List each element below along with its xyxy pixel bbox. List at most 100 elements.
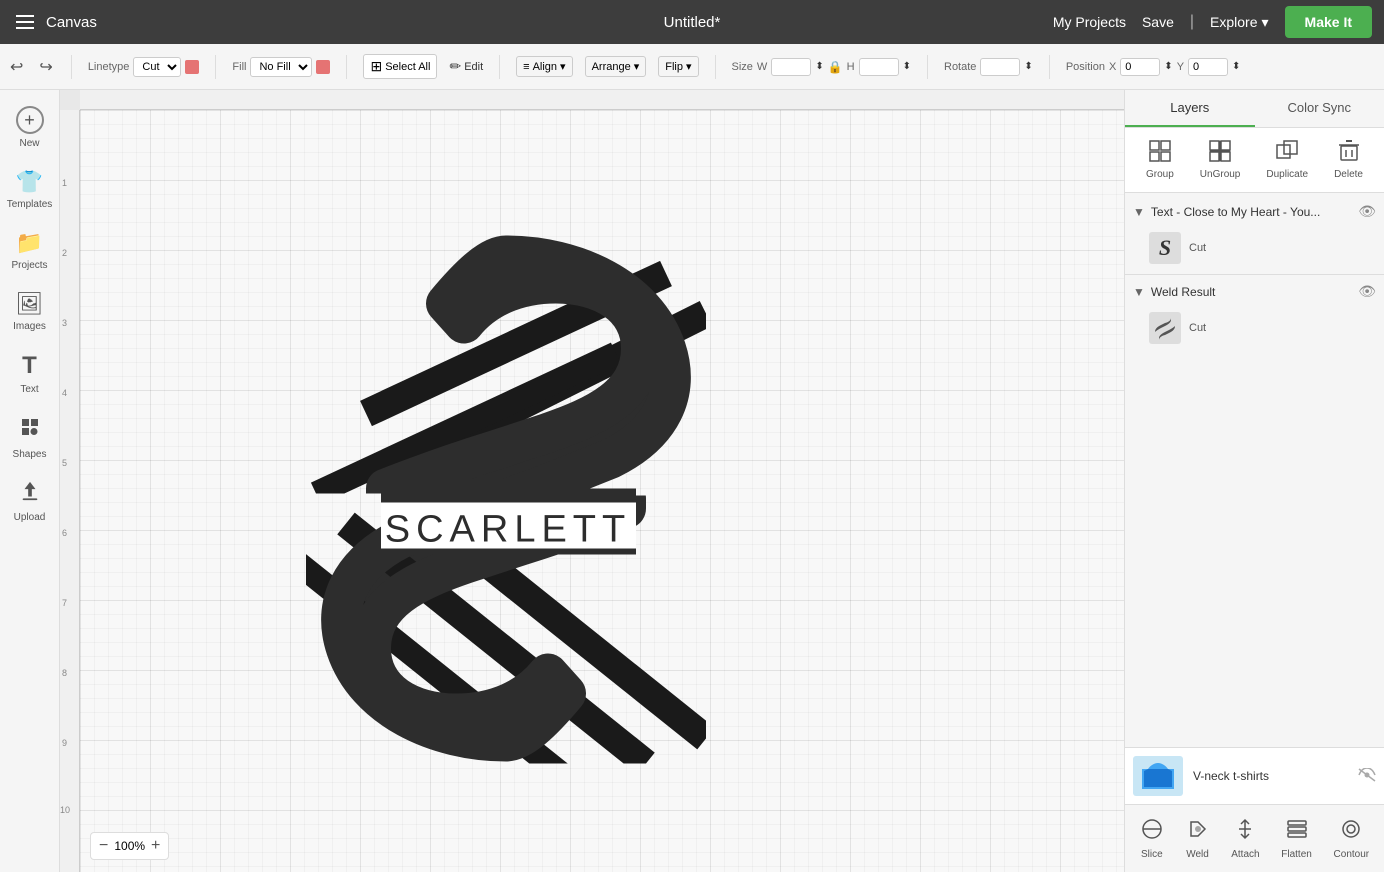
weld-group-name: Weld Result [1151, 285, 1352, 299]
rotate-stepper[interactable]: ⬍ [1024, 61, 1032, 72]
duplicate-icon [1276, 140, 1298, 167]
lock-icon[interactable]: 🔒 [828, 60, 843, 74]
x-input[interactable] [1120, 58, 1160, 76]
align-button[interactable]: ≡ Align ▾ [516, 56, 572, 77]
align-icon: ≡ [523, 61, 529, 73]
sidebar-item-shapes[interactable]: Shapes [4, 407, 56, 468]
flip-button[interactable]: Flip ▾ [658, 56, 698, 77]
sidebar-item-images[interactable]: 🖼 Images [4, 283, 56, 340]
weld-group-visibility[interactable]: 👁 [1358, 283, 1376, 300]
layer-group-weld: ▼ Weld Result 👁 Cut [1125, 277, 1384, 350]
app-title: Canvas [46, 14, 97, 31]
text-layer-thumb: S [1149, 232, 1181, 264]
projects-icon: 📁 [16, 230, 43, 256]
contour-tool[interactable]: Contour [1330, 813, 1374, 864]
position-label: Position [1066, 61, 1105, 73]
ungroup-icon [1209, 140, 1231, 167]
slice-tool[interactable]: Slice [1136, 813, 1168, 864]
y-stepper[interactable]: ⬍ [1232, 61, 1240, 72]
canvas-wrapper[interactable]: /* ruler ticks rendered via SVG */ 1 2 3… [60, 90, 1124, 872]
y-input[interactable] [1188, 58, 1228, 76]
linetype-select[interactable]: Cut [133, 57, 181, 77]
sidebar-item-upload[interactable]: Upload [4, 472, 56, 531]
sidebar-item-projects[interactable]: 📁 Projects [4, 222, 56, 279]
hamburger-menu[interactable] [12, 11, 38, 33]
topbar: Canvas Untitled* My Projects Save | Expl… [0, 0, 1384, 44]
weld-layer-thumb [1149, 312, 1181, 344]
attach-tool[interactable]: Attach [1227, 813, 1263, 864]
zoom-level: 100% [114, 839, 145, 853]
toolbar-sep-3 [346, 55, 347, 79]
edit-button[interactable]: ✏ Edit [449, 58, 483, 75]
images-icon: 🖼 [16, 291, 44, 317]
select-all-icon: ⊞ [370, 58, 382, 75]
layers-content: ▼ Text - Close to My Heart - You... 👁 S … [1125, 193, 1384, 747]
ungroup-button[interactable]: UnGroup [1192, 136, 1249, 184]
upload-label: Upload [14, 512, 46, 523]
topbar-left: Canvas [12, 11, 97, 33]
duplicate-button[interactable]: Duplicate [1258, 136, 1316, 184]
images-label: Images [13, 321, 46, 332]
delete-icon [1338, 140, 1360, 167]
rotate-input[interactable] [980, 58, 1020, 76]
select-all-button[interactable]: ⊞ Select All [363, 54, 437, 79]
fill-label: Fill [232, 61, 246, 73]
sidebar-item-templates[interactable]: 👕 Templates [4, 161, 56, 218]
weld-layer-item[interactable]: Cut [1125, 306, 1384, 350]
width-input[interactable] [771, 58, 811, 76]
group-button[interactable]: Group [1138, 136, 1182, 184]
ruler-top: /* ruler ticks rendered via SVG */ 1 2 3… [80, 90, 1124, 110]
layer-divider-1 [1125, 274, 1384, 275]
undo-button[interactable]: ↩ [8, 55, 25, 79]
size-stepper-w[interactable]: ⬍ [815, 61, 823, 72]
save-button[interactable]: Save [1142, 14, 1174, 30]
linetype-section: Linetype Cut [88, 57, 200, 77]
layer-group-weld-header[interactable]: ▼ Weld Result 👁 [1125, 277, 1384, 306]
canvas-thumb [1133, 756, 1183, 796]
bottom-tools: Slice Weld Attach [1125, 805, 1384, 872]
align-chevron: ▾ [560, 60, 566, 73]
size-stepper-h[interactable]: ⬍ [903, 61, 911, 72]
layer-group-text-header[interactable]: ▼ Text - Close to My Heart - You... 👁 [1125, 197, 1384, 226]
height-input[interactable] [859, 58, 899, 76]
sidebar-item-new[interactable]: + New [4, 98, 56, 157]
text-group-visibility[interactable]: 👁 [1358, 203, 1376, 220]
text-group-chevron: ▼ [1133, 205, 1145, 219]
chevron-down-icon: ▾ [1262, 14, 1269, 31]
size-section: Size W ⬍ 🔒 H ⬍ [732, 58, 911, 76]
explore-button[interactable]: Explore ▾ [1210, 14, 1269, 31]
weld-tool[interactable]: Weld [1182, 813, 1214, 864]
fill-color [316, 60, 330, 74]
make-it-button[interactable]: Make It [1285, 6, 1372, 38]
tab-layers[interactable]: Layers [1125, 90, 1255, 127]
svg-text:SCARLETT: SCARLETT [384, 509, 630, 551]
toolbar-sep-1 [71, 55, 72, 79]
toolbar-sep-5 [715, 55, 716, 79]
layer-group-text: ▼ Text - Close to My Heart - You... 👁 S … [1125, 197, 1384, 270]
zoom-out-button[interactable]: − [99, 837, 108, 855]
redo-button[interactable]: ↪ [37, 55, 54, 79]
tab-color-sync[interactable]: Color Sync [1255, 90, 1384, 127]
delete-button[interactable]: Delete [1326, 136, 1371, 184]
arrange-chevron: ▾ [634, 60, 640, 73]
x-stepper[interactable]: ⬍ [1164, 61, 1172, 72]
flatten-tool[interactable]: Flatten [1277, 813, 1316, 864]
right-panel: Layers Color Sync Group UnGroup [1124, 90, 1384, 872]
rotate-label: Rotate [944, 61, 976, 73]
scarlett-design[interactable]: SCARLETT [306, 234, 706, 769]
canvas-visibility-icon[interactable] [1358, 768, 1376, 785]
upload-icon [19, 480, 41, 508]
edit-icon: ✏ [449, 58, 461, 75]
text-label: Text [20, 384, 38, 395]
toolbar-sep-4 [499, 55, 500, 79]
canvas-grid[interactable]: SCARLETT [80, 110, 1124, 872]
topbar-right: My Projects Save | Explore ▾ Make It [1053, 6, 1372, 38]
zoom-in-button[interactable]: + [151, 837, 160, 855]
flatten-icon [1285, 817, 1309, 847]
arrange-button[interactable]: Arrange ▾ [585, 56, 647, 77]
fill-select[interactable]: No Fill [250, 57, 312, 77]
my-projects-link[interactable]: My Projects [1053, 14, 1126, 30]
sidebar-item-text[interactable]: T Text [4, 344, 56, 403]
text-layer-item[interactable]: S Cut [1125, 226, 1384, 270]
h-label: H [847, 61, 855, 73]
